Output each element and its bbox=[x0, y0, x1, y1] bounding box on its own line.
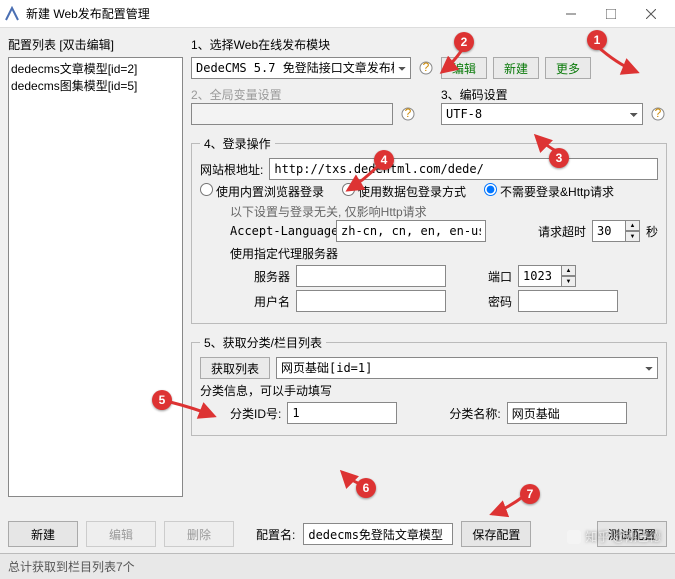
config-list[interactable]: dedecms文章模型[id=2] dedecms图集模型[id=5] bbox=[8, 57, 183, 497]
radio-packet[interactable]: 使用数据包登录方式 bbox=[342, 183, 466, 200]
proxy-user-input[interactable] bbox=[296, 290, 446, 312]
fetch-list-button[interactable]: 获取列表 bbox=[200, 357, 270, 379]
radio-nologin[interactable]: 不需要登录&Http请求 bbox=[484, 183, 614, 200]
config-list-label: 配置列表 [双击编辑] bbox=[8, 36, 183, 53]
section1-label: 1、选择Web在线发布模块 bbox=[191, 36, 667, 53]
login-fieldset: 4、登录操作 网站根地址: 使用内置浏览器登录 使用数据包登录方式 不需要登录&… bbox=[191, 135, 667, 324]
seconds-label: 秒 bbox=[646, 223, 658, 240]
section3-label: 3、编码设置 bbox=[441, 86, 667, 103]
category-id-input[interactable] bbox=[287, 402, 397, 424]
category-name-input[interactable] bbox=[507, 402, 627, 424]
close-button[interactable] bbox=[631, 1, 671, 27]
user-label: 用户名 bbox=[250, 293, 290, 310]
section5-label: 5、获取分类/栏目列表 bbox=[200, 334, 326, 351]
config-name-label: 配置名: bbox=[256, 526, 295, 543]
category-name-label: 分类名称: bbox=[449, 405, 500, 422]
config-name-input[interactable] bbox=[303, 523, 453, 545]
category-id-label: 分类ID号: bbox=[230, 405, 281, 422]
radio-browser[interactable]: 使用内置浏览器登录 bbox=[200, 183, 324, 200]
encoding-select[interactable]: UTF-8 bbox=[441, 103, 643, 125]
category-info-label: 分类信息，可以手动填写 bbox=[200, 382, 332, 399]
category-fieldset: 5、获取分类/栏目列表 获取列表 网页基础[id=1] 分类信息，可以手动填写 … bbox=[191, 334, 667, 436]
svg-text:?: ? bbox=[655, 107, 662, 120]
proxy-label: 使用指定代理服务器 bbox=[230, 245, 338, 262]
pass-label: 密码 bbox=[488, 293, 512, 310]
maximize-button[interactable] bbox=[591, 1, 631, 27]
app-icon bbox=[4, 6, 20, 22]
status-bar: 总计获取到栏目列表7个 bbox=[0, 553, 675, 579]
new-module-button[interactable]: 新建 bbox=[493, 57, 539, 79]
http-note: 以下设置与登录无关, 仅影响Http请求 bbox=[230, 203, 658, 220]
accept-lang-input[interactable] bbox=[336, 220, 486, 242]
status-text: 总计获取到栏目列表7个 bbox=[8, 558, 135, 575]
edit-config-button: 编辑 bbox=[86, 521, 156, 547]
list-item[interactable]: dedecms文章模型[id=2] bbox=[11, 60, 180, 77]
proxy-port-input[interactable] bbox=[518, 265, 562, 287]
timeout-spinner[interactable]: ▲▼ bbox=[626, 220, 640, 242]
port-spinner[interactable]: ▲▼ bbox=[562, 265, 576, 287]
help-icon[interactable]: ? bbox=[649, 105, 667, 123]
url-label: 网站根地址: bbox=[200, 161, 263, 178]
new-config-button[interactable]: 新建 bbox=[8, 521, 78, 547]
titlebar: 新建 Web发布配置管理 bbox=[0, 0, 675, 28]
proxy-pass-input[interactable] bbox=[518, 290, 618, 312]
svg-text:?: ? bbox=[405, 107, 412, 120]
timeout-label: 请求超时 bbox=[538, 223, 586, 240]
minimize-button[interactable] bbox=[551, 1, 591, 27]
save-config-button[interactable]: 保存配置 bbox=[461, 521, 531, 547]
root-url-input[interactable] bbox=[269, 158, 658, 180]
edit-button[interactable]: 编辑 bbox=[441, 57, 487, 79]
server-label: 服务器 bbox=[250, 268, 290, 285]
port-label: 端口 bbox=[488, 268, 512, 285]
category-basis-select[interactable]: 网页基础[id=1] bbox=[276, 357, 658, 379]
timeout-input[interactable] bbox=[592, 220, 626, 242]
section2-label: 2、全局变量设置 bbox=[191, 86, 417, 103]
delete-config-button: 删除 bbox=[164, 521, 234, 547]
help-icon[interactable]: ? bbox=[399, 105, 417, 123]
window-title: 新建 Web发布配置管理 bbox=[26, 5, 551, 22]
section4-label: 4、登录操作 bbox=[200, 135, 275, 152]
watermark: 知乎 @刚巴德 bbox=[567, 528, 661, 545]
more-button[interactable]: 更多 bbox=[545, 57, 591, 79]
proxy-server-input[interactable] bbox=[296, 265, 446, 287]
module-select[interactable]: DedeCMS 5.7 免登陆接口文章发布模块 bbox=[191, 57, 411, 79]
svg-text:?: ? bbox=[423, 61, 430, 74]
global-var-input bbox=[191, 103, 393, 125]
list-item[interactable]: dedecms图集模型[id=5] bbox=[11, 77, 180, 94]
help-icon[interactable]: ? bbox=[417, 59, 435, 77]
accept-lang-label: Accept-Language bbox=[230, 224, 330, 238]
